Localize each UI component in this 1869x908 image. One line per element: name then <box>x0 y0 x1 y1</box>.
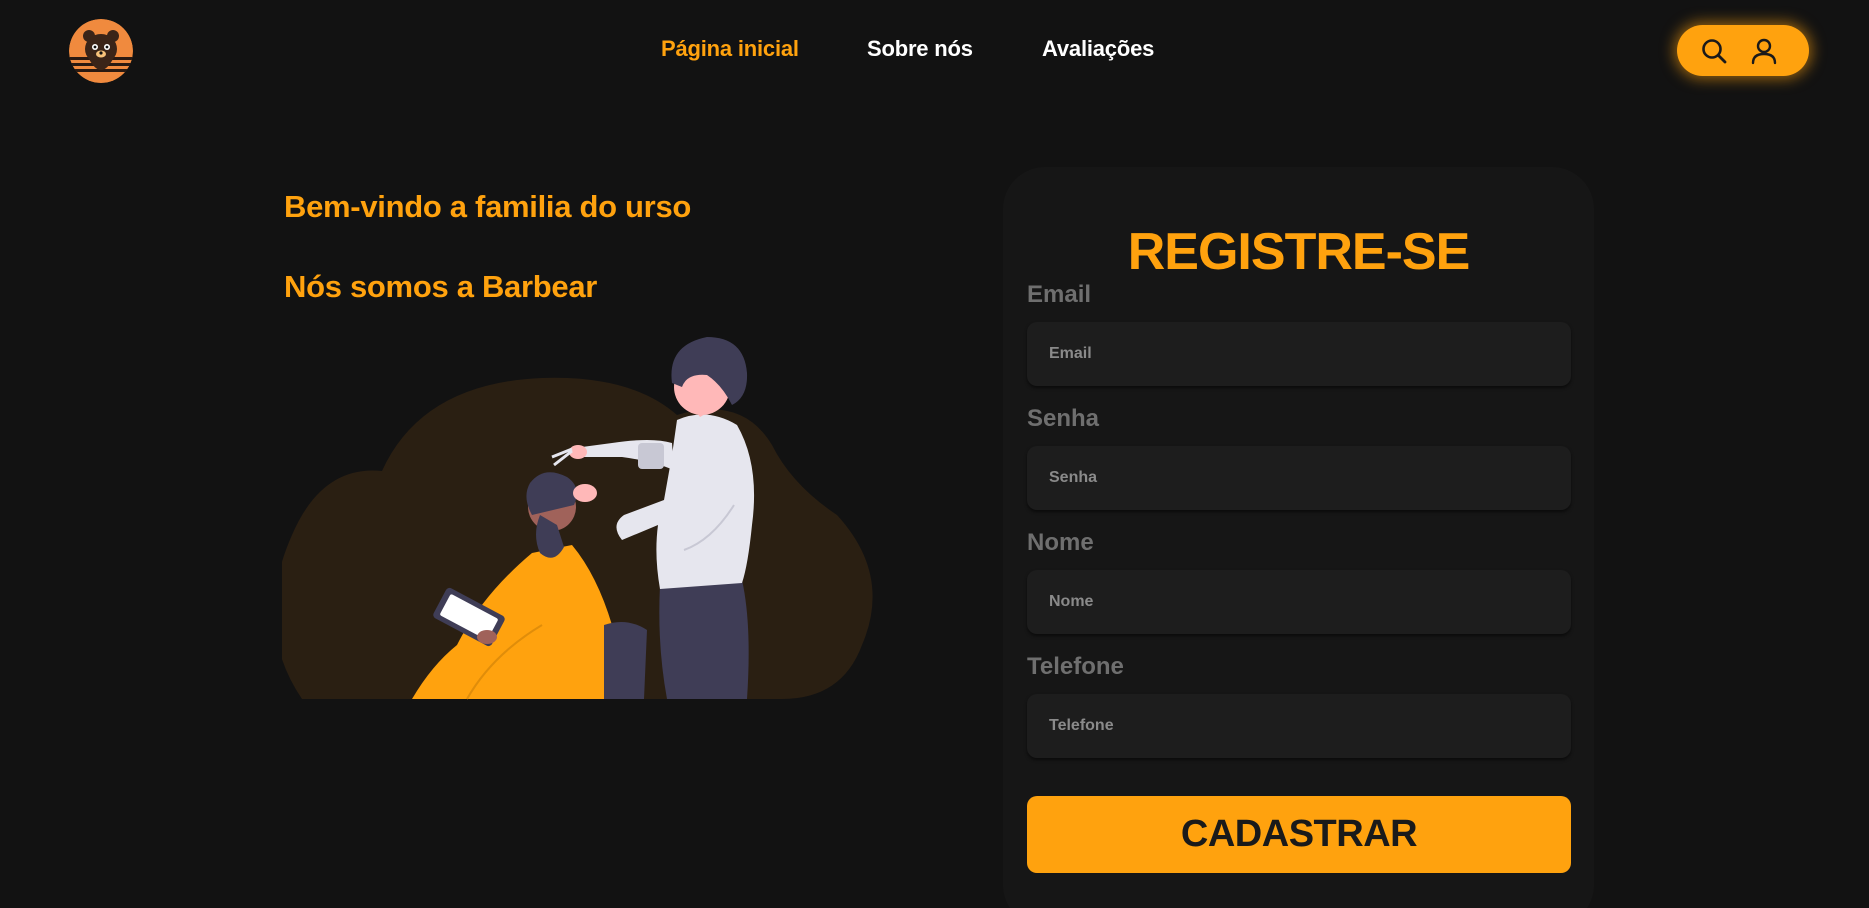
register-button[interactable]: CADASTRAR <box>1027 796 1571 873</box>
main-nav: Página inicial Sobre nós Avaliações <box>0 36 1869 66</box>
nav-avaliacoes[interactable]: Avaliações <box>1042 36 1154 62</box>
search-icon[interactable] <box>1699 36 1729 66</box>
email-label: Email <box>1027 281 1092 308</box>
name-label: Nome <box>1027 529 1094 556</box>
hero-tagline: Nós somos a Barbear <box>284 269 598 304</box>
register-card: REGISTRE-SE Email Senha Nome Telefone CA… <box>1003 167 1594 908</box>
phone-label: Telefone <box>1027 653 1124 680</box>
name-field[interactable] <box>1027 570 1571 634</box>
user-icon[interactable] <box>1749 36 1779 66</box>
password-field[interactable] <box>1027 446 1571 510</box>
register-title: REGISTRE-SE <box>1127 223 1471 281</box>
nav-sobre-nos[interactable]: Sobre nós <box>867 36 973 62</box>
hero-welcome: Bem-vindo a familia do urso <box>284 189 692 224</box>
password-label: Senha <box>1027 405 1100 432</box>
barber-illustration <box>274 325 878 700</box>
email-field[interactable] <box>1027 322 1571 386</box>
nav-pagina-inicial[interactable]: Página inicial <box>661 36 799 62</box>
header-actions <box>1677 25 1809 76</box>
phone-field[interactable] <box>1027 694 1571 758</box>
